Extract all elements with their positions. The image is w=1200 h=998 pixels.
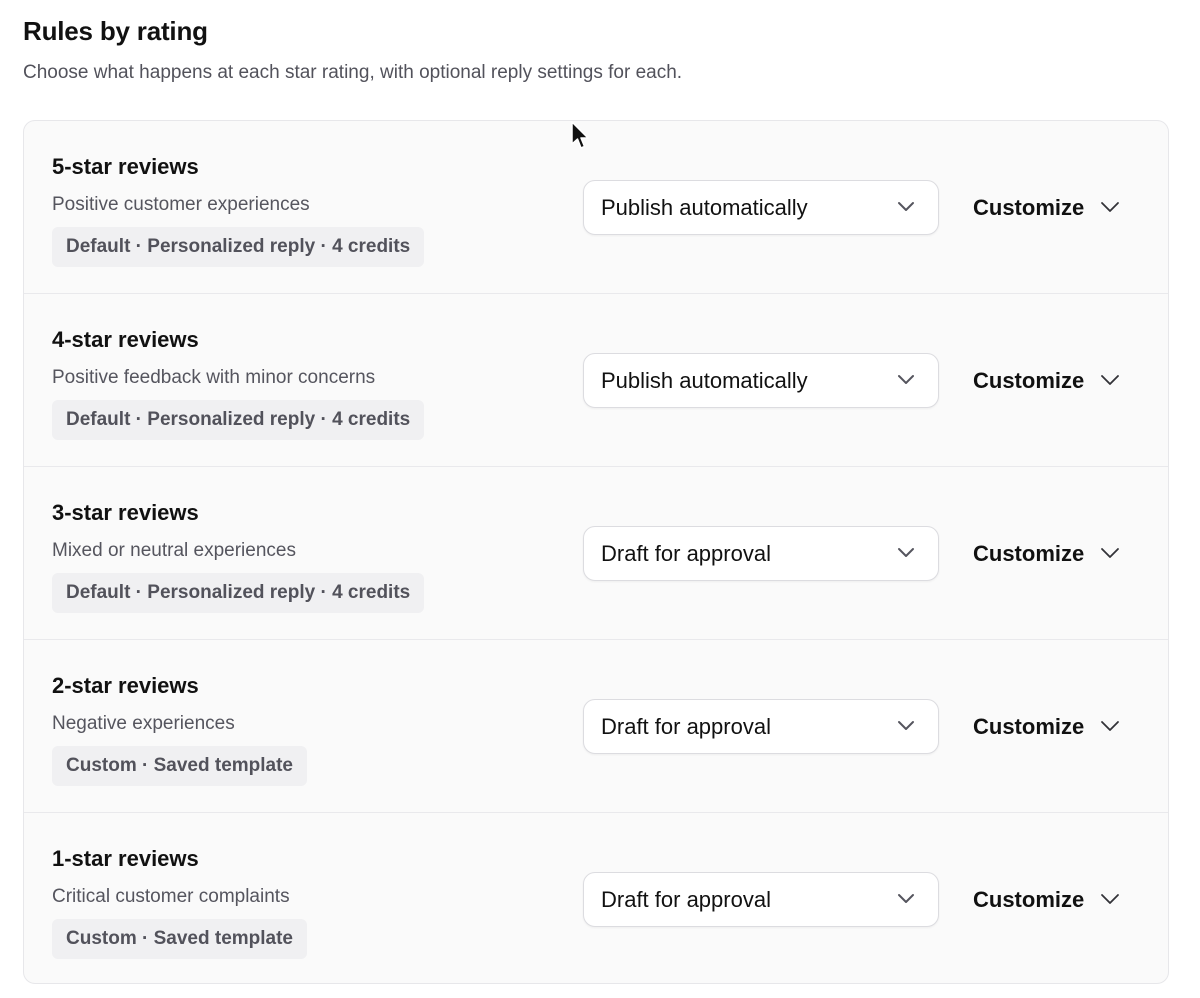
action-select[interactable]: Draft for approval	[583, 872, 939, 927]
reply-settings-badge: Default · Personalized reply · 4 credits	[52, 400, 425, 440]
customize-button[interactable]: Customize	[973, 526, 1133, 581]
chevron-down-icon	[898, 202, 914, 211]
rule-description: Positive customer experiences	[52, 194, 310, 215]
page-title: Rules by rating	[23, 16, 208, 46]
chevron-down-icon	[898, 721, 914, 730]
chevron-down-icon	[1101, 894, 1119, 904]
reply-settings-badge: Default · Personalized reply · 4 credits	[52, 227, 425, 267]
action-select-value: Draft for approval	[601, 541, 771, 566]
rule-description: Negative experiences	[52, 713, 235, 734]
page-subtitle: Choose what happens at each star rating,…	[23, 62, 683, 83]
mouse-cursor-icon	[571, 121, 589, 149]
chevron-down-icon	[898, 548, 914, 557]
reply-settings-badge: Custom · Saved template	[52, 919, 307, 959]
action-select-value: Publish automatically	[601, 368, 808, 393]
rule-row-4-star: 4-star reviews Positive feedback with mi…	[24, 294, 1168, 467]
rule-row-3-star: 3-star reviews Mixed or neutral experien…	[24, 467, 1168, 640]
rule-description: Positive feedback with minor concerns	[52, 367, 376, 388]
reply-settings-badge: Custom · Saved template	[52, 746, 307, 786]
chevron-down-icon	[1101, 548, 1119, 558]
chevron-down-icon	[898, 894, 914, 903]
customize-button[interactable]: Customize	[973, 699, 1133, 754]
action-select[interactable]: Draft for approval	[583, 699, 939, 754]
rule-row-2-star: 2-star reviews Negative experiences Cust…	[24, 640, 1168, 813]
rule-row-5-star: 5-star reviews Positive customer experie…	[24, 121, 1168, 294]
action-select-value: Publish automatically	[601, 195, 808, 220]
rule-row-1-star: 1-star reviews Critical customer complai…	[24, 813, 1168, 983]
action-select[interactable]: Draft for approval	[583, 526, 939, 581]
customize-button[interactable]: Customize	[973, 180, 1133, 235]
chevron-down-icon	[1101, 721, 1119, 731]
action-select[interactable]: Publish automatically	[583, 180, 939, 235]
rule-title: 2-star reviews	[52, 673, 199, 698]
customize-button[interactable]: Customize	[973, 353, 1133, 408]
rule-title: 1-star reviews	[52, 846, 199, 871]
action-select-value: Draft for approval	[601, 714, 771, 739]
action-select-value: Draft for approval	[601, 887, 771, 912]
chevron-down-icon	[1101, 202, 1119, 212]
rule-title: 4-star reviews	[52, 327, 199, 352]
rating-rules-card: 5-star reviews Positive customer experie…	[23, 120, 1169, 984]
rule-description: Mixed or neutral experiences	[52, 540, 296, 561]
rule-title: 3-star reviews	[52, 500, 199, 525]
customize-label: Customize	[973, 368, 1085, 393]
rule-description: Critical customer complaints	[52, 886, 290, 907]
customize-label: Customize	[973, 714, 1085, 739]
customize-button[interactable]: Customize	[973, 872, 1133, 927]
action-select[interactable]: Publish automatically	[583, 353, 939, 408]
reply-settings-badge: Default · Personalized reply · 4 credits	[52, 573, 425, 613]
rule-title: 5-star reviews	[52, 154, 199, 179]
chevron-down-icon	[1101, 375, 1119, 385]
customize-label: Customize	[973, 541, 1085, 566]
chevron-down-icon	[898, 375, 914, 384]
customize-label: Customize	[973, 887, 1085, 912]
customize-label: Customize	[973, 195, 1085, 220]
